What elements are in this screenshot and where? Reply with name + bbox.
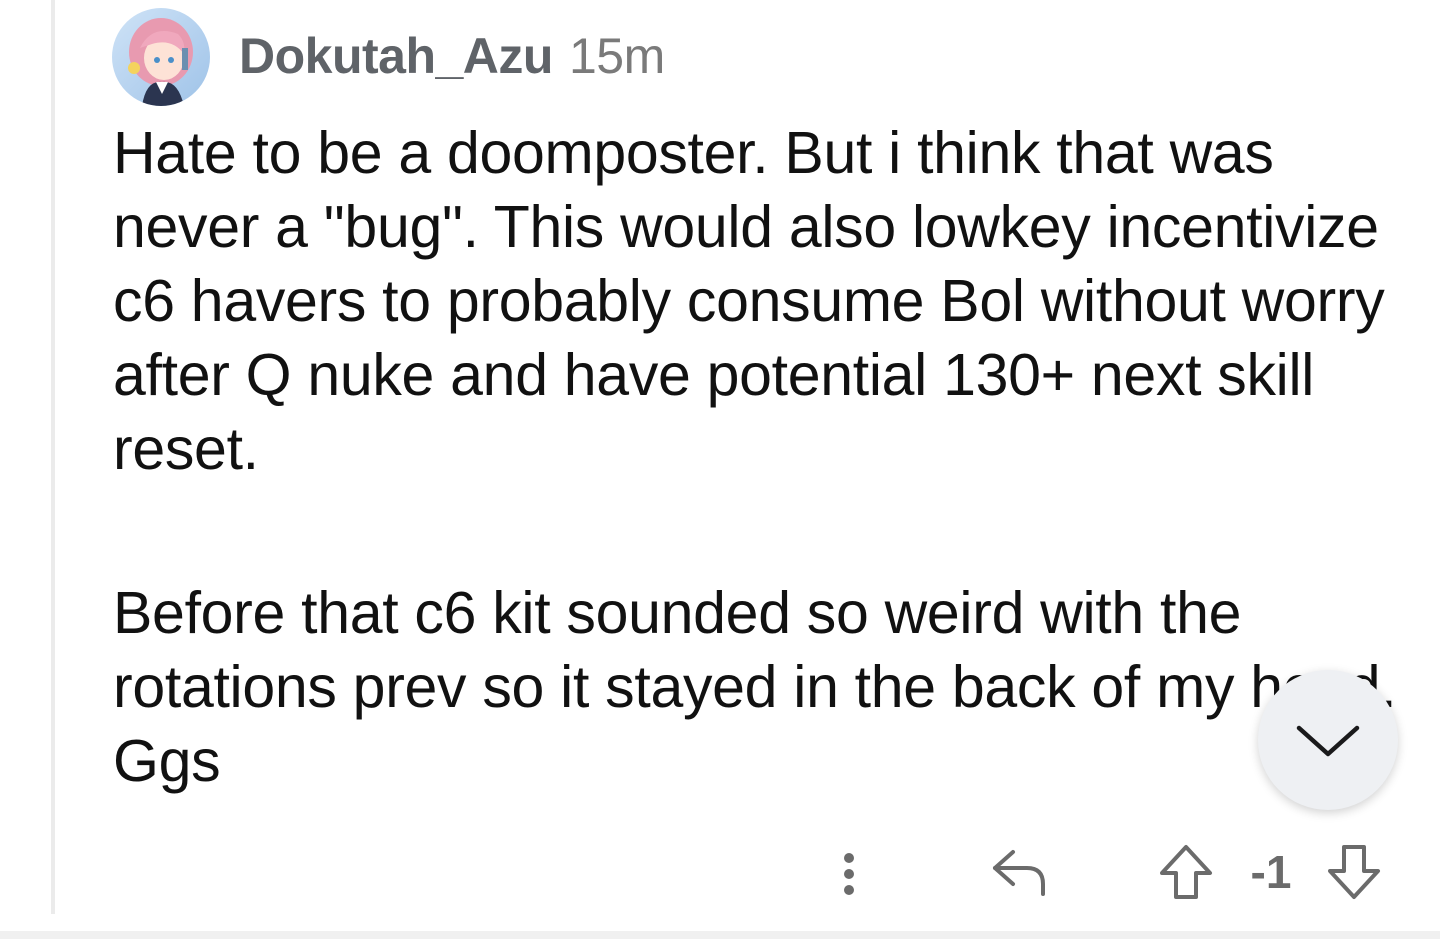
more-options-button[interactable] [820,846,878,902]
comment-paragraph: Hate to be a doomposter. But i think tha… [113,120,1385,482]
vote-score: -1 [1250,846,1292,898]
thread-line[interactable] [51,0,55,914]
chevron-down-icon [1296,725,1360,757]
downvote-button[interactable] [1322,840,1386,904]
author-name[interactable]: Dokutah_Azu [239,27,553,85]
reply-button[interactable] [986,840,1052,904]
user-avatar[interactable] [112,8,210,106]
comment-body: Hate to be a doomposter. But i think tha… [113,116,1403,798]
comment-timestamp: 15m [568,28,665,84]
comment-meta: Dokutah_Azu 15m [239,26,665,86]
downvote-arrow-icon [1328,845,1380,899]
reply-arrow-icon [993,850,1045,896]
comment-paragraph: Before that c6 kit sounded so weird with… [113,580,1397,794]
upvote-arrow-icon [1160,845,1212,899]
bottom-divider [0,931,1440,939]
upvote-button[interactable] [1154,840,1218,904]
more-vertical-icon [844,853,854,895]
scroll-next-button[interactable] [1258,670,1398,810]
